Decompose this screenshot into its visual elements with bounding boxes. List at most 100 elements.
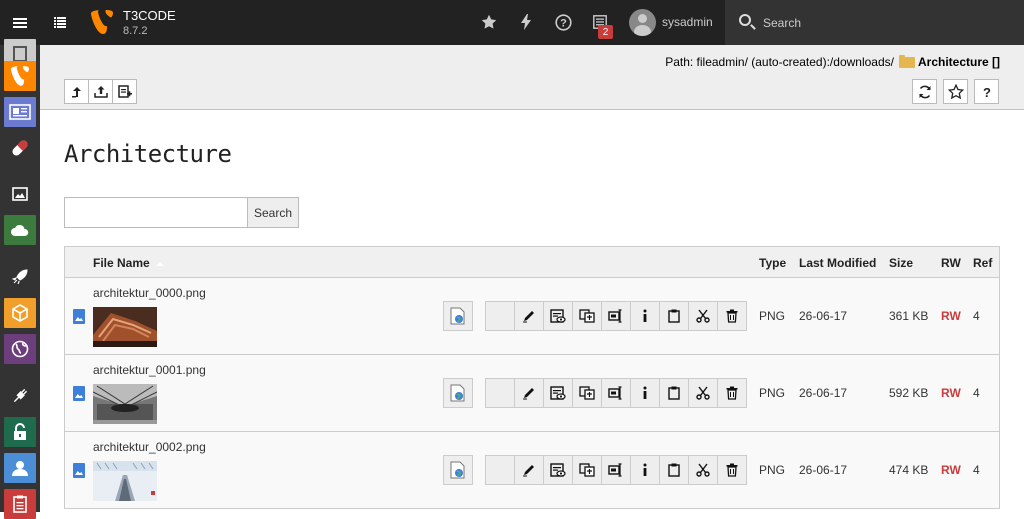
replace-file-icon [579,309,595,323]
help-question-icon[interactable]: ? [552,11,574,33]
edit-pencil-icon [522,463,536,477]
topbar: T3CODE 8.7.2 ? 2 sysadmin Search [0,0,1024,45]
cut-scissors-icon [696,309,710,323]
delete-trash-button[interactable] [717,455,747,485]
edit-pencil-button[interactable] [514,378,544,408]
file-references[interactable]: 4 [973,463,980,477]
folder-up-button[interactable] [64,79,89,104]
info-button[interactable] [630,301,660,331]
hamburger-icon [13,17,27,28]
edit-metadata-button[interactable] [543,455,573,485]
doc-header: Path: fileadmin/ (auto-created):/downloa… [40,45,1024,110]
bookmarks-star-icon[interactable] [478,11,500,33]
view-file-button[interactable] [443,455,473,485]
edit-metadata-button[interactable] [543,378,573,408]
list-view-icon[interactable] [4,97,36,127]
file-references[interactable]: 4 [973,386,980,400]
delete-trash-button[interactable] [717,378,747,408]
blank-action-button[interactable] [485,378,515,408]
box-icon[interactable] [4,298,36,328]
delete-trash-button[interactable] [717,301,747,331]
cloud-icon[interactable] [4,215,36,245]
replace-file-button[interactable] [572,455,602,485]
delete-trash-icon [726,309,738,323]
file-size: 361 KB [889,309,929,323]
edit-pencil-icon [522,386,536,400]
capsule-icon[interactable] [4,133,36,163]
tree-toggle[interactable] [40,0,80,45]
globe-icon[interactable] [4,334,36,364]
path-folder: Architecture [] [917,55,1000,69]
view-file-button[interactable] [443,378,473,408]
user-icon[interactable] [4,453,36,483]
search-button[interactable]: Search [247,197,299,228]
cut-scissors-icon [696,463,710,477]
username[interactable]: sysadmin [662,15,713,29]
file-type: PNG [759,463,786,477]
table-row[interactable]: architektur_0002.png PNG 26-06-17 474 KB… [64,432,1000,509]
file-name[interactable]: architektur_0000.png [93,286,206,300]
plug-icon[interactable] [4,381,36,411]
rocket-icon[interactable] [4,262,36,292]
clipboard-copy-icon [668,463,680,477]
new-file-button[interactable] [112,79,137,104]
table-header: File Name Type Last Modified Size RW Ref [64,246,1000,278]
info-button[interactable] [630,455,660,485]
clipboard-copy-button[interactable] [659,378,689,408]
typo3-icon[interactable] [4,61,36,91]
header-type[interactable]: Type [759,256,786,270]
file-name[interactable]: architektur_0001.png [93,363,206,377]
cut-scissors-button[interactable] [688,455,718,485]
avatar[interactable] [629,9,656,36]
rename-button[interactable] [601,301,631,331]
blank-action-button[interactable] [485,455,515,485]
clipboard-copy-button[interactable] [659,455,689,485]
unlock-icon[interactable] [4,417,36,447]
replace-file-icon [579,386,595,400]
header-size[interactable]: Size [889,256,913,270]
flash-cache-icon[interactable] [515,11,537,33]
cut-scissors-icon [696,386,710,400]
live-search[interactable]: Search [725,0,1024,45]
help-button[interactable]: ? [974,79,999,104]
row-actions [485,378,747,408]
cut-scissors-button[interactable] [688,301,718,331]
rename-button[interactable] [601,455,631,485]
header-file-name[interactable]: File Name [93,256,164,270]
brand: T3CODE 8.7.2 [123,9,176,38]
delete-trash-icon [726,463,738,477]
edit-pencil-button[interactable] [514,301,544,331]
bookmark-button[interactable] [943,79,968,104]
replace-file-button[interactable] [572,301,602,331]
thumbnail[interactable] [93,461,157,501]
table-row[interactable]: architektur_0001.png PNG 26-06-17 592 KB… [64,355,1000,432]
cut-scissors-button[interactable] [688,378,718,408]
typo3-logo-icon[interactable] [91,10,113,34]
table-row[interactable]: architektur_0000.png PNG 26-06-17 361 KB… [64,278,1000,355]
search-input[interactable] [64,197,248,228]
info-button[interactable] [630,378,660,408]
header-last-modified[interactable]: Last Modified [799,256,876,270]
clipboard-icon[interactable] [4,489,36,519]
edit-pencil-button[interactable] [514,455,544,485]
thumbnail[interactable] [93,307,157,347]
file-permissions: RW [941,386,961,400]
file-name[interactable]: architektur_0002.png [93,440,206,454]
upload-button[interactable] [88,79,113,104]
file-references[interactable]: 4 [973,309,980,323]
thumbnail[interactable] [93,384,157,424]
clipboard-copy-button[interactable] [659,301,689,331]
image-file-icon [73,309,85,324]
image-icon[interactable] [4,179,36,209]
view-file-button[interactable] [443,301,473,331]
image-file-icon [73,463,85,478]
edit-metadata-button[interactable] [543,301,573,331]
edit-metadata-icon [550,386,566,400]
reload-button[interactable] [912,79,937,104]
blank-action-button[interactable] [485,301,515,331]
info-icon [642,309,648,323]
file-table: File Name Type Last Modified Size RW Ref… [64,246,1000,509]
breadcrumb: Path: fileadmin/ (auto-created):/downloa… [665,54,1000,69]
rename-button[interactable] [601,378,631,408]
replace-file-button[interactable] [572,378,602,408]
